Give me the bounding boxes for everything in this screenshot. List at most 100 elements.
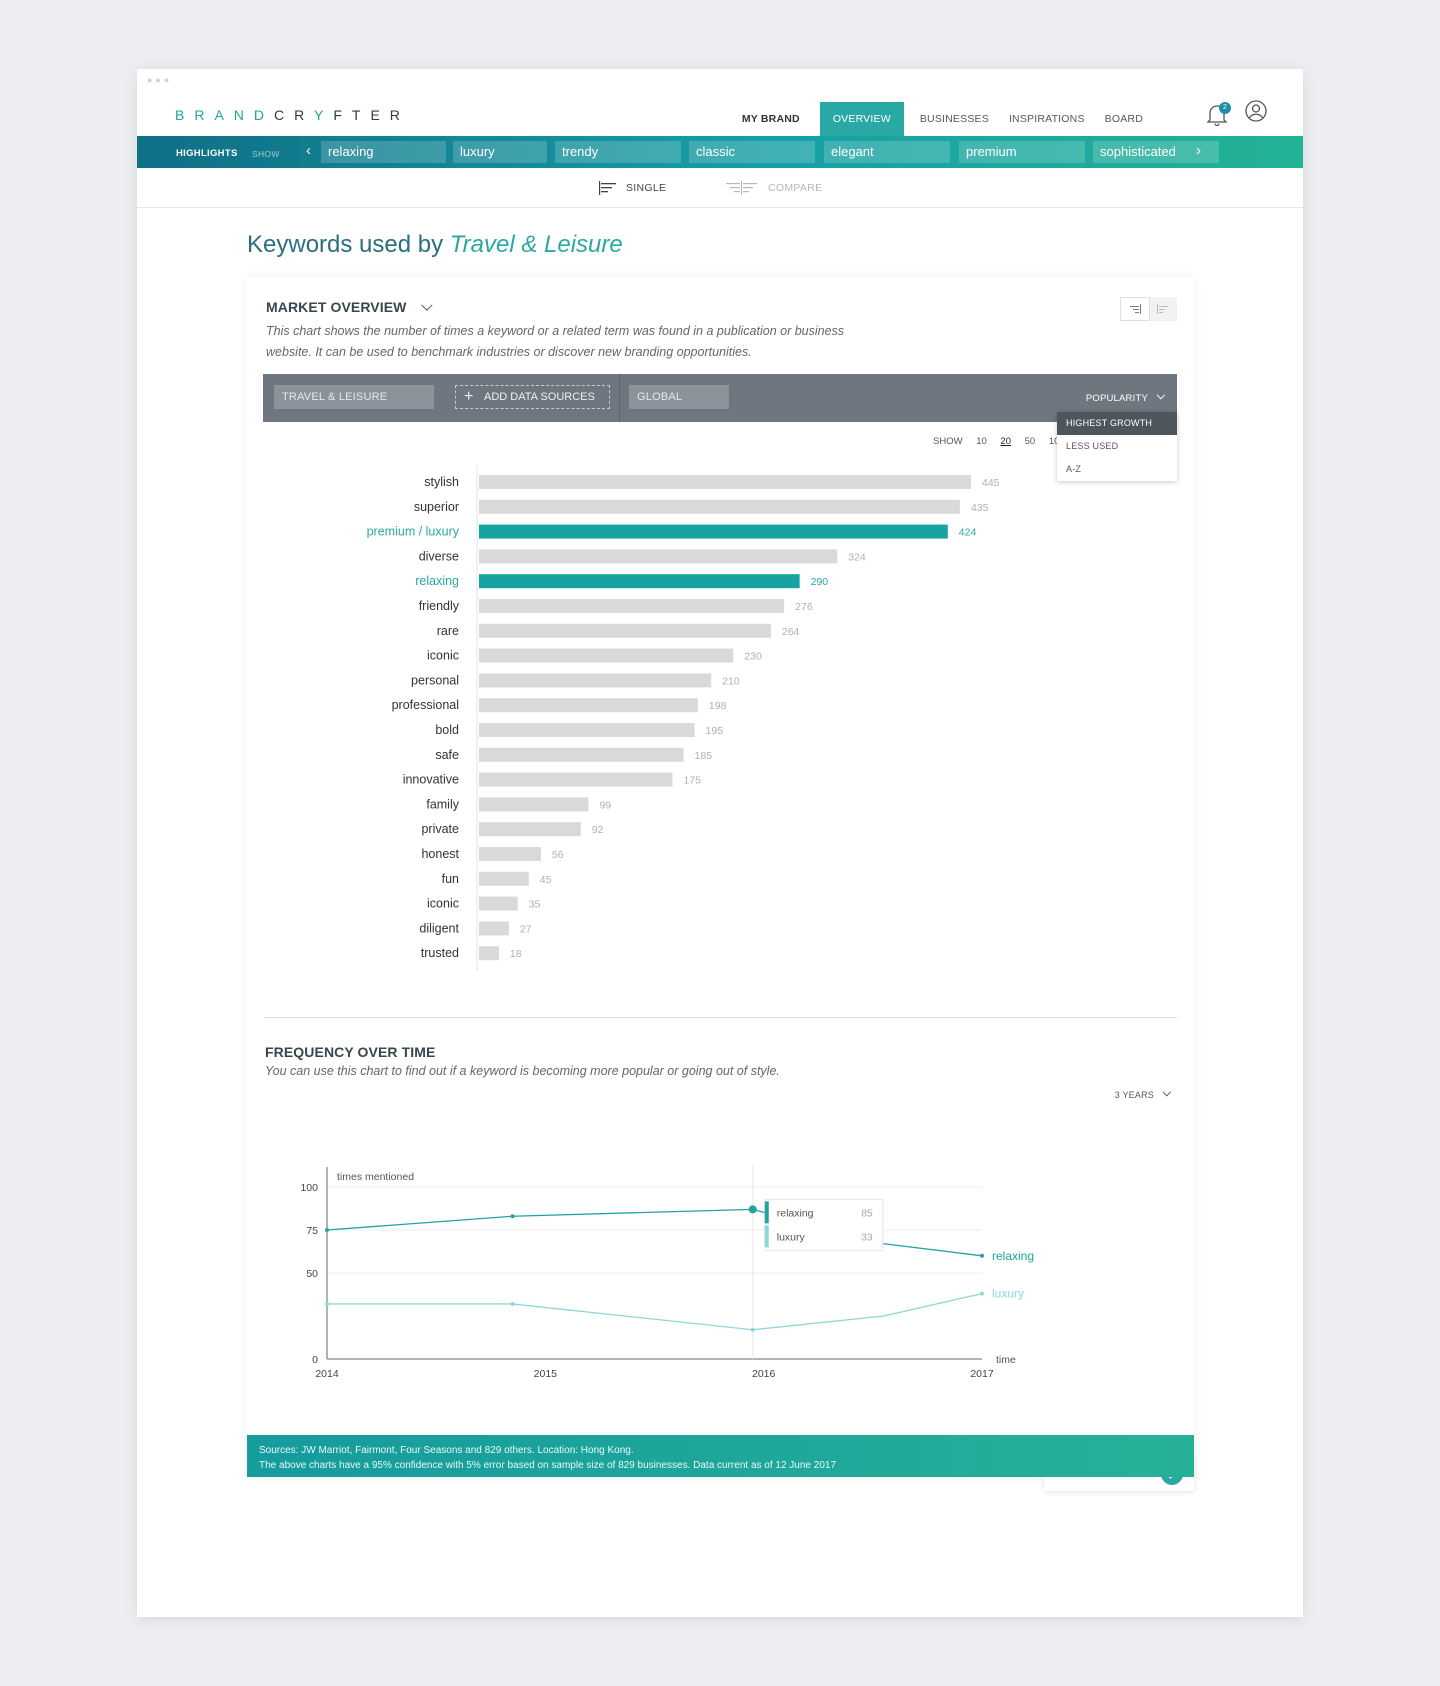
bar-category-label: iconic: [427, 649, 459, 663]
bar-superior[interactable]: [479, 499, 960, 514]
add-data-sources-button[interactable]: + ADD DATA SOURCES: [455, 385, 610, 409]
nav-inspirations[interactable]: INSPIRATIONS: [999, 102, 1095, 136]
bar-professional[interactable]: [479, 698, 698, 713]
show-20-option[interactable]: 20: [1000, 436, 1011, 447]
notifications-bell-icon[interactable]: 2: [1206, 102, 1231, 127]
market-overview-title[interactable]: MARKET OVERVIEW: [266, 299, 433, 315]
align-right-bars-button[interactable]: [1120, 297, 1150, 321]
bar-category-label: premium / luxury: [367, 525, 460, 539]
nav-businesses[interactable]: BUSINESSES: [910, 102, 999, 136]
series-point-luxury[interactable]: [325, 1301, 329, 1306]
bar-value-label: 230: [744, 651, 762, 663]
sort-option-highest-growth[interactable]: HIGHEST GROWTH: [1057, 412, 1177, 435]
notification-count-badge: 2: [1219, 102, 1231, 114]
bar-honest[interactable]: [479, 847, 541, 861]
bar-bold[interactable]: [479, 723, 695, 737]
time-range-select[interactable]: 3 YEARS: [1115, 1087, 1172, 1100]
bar-value-label: 424: [959, 527, 977, 539]
bar-friendly[interactable]: [479, 599, 785, 613]
highlights-label: HIGHLIGHTS: [176, 148, 238, 159]
align-left-icon: [1157, 304, 1169, 314]
highlights-bar: HIGHLIGHTS SHOW ‹ relaxing luxury trendy…: [137, 136, 1303, 168]
bar-value-label: 435: [971, 502, 989, 514]
bar-personal[interactable]: [479, 673, 712, 688]
highlight-chip-classic[interactable]: classic: [689, 141, 815, 163]
bar-value-label: 276: [795, 601, 813, 613]
keyword-bar-chart: stylish 445 superior 435 premium / luxury 424…: [367, 465, 1000, 971]
filter-separator: [619, 374, 620, 422]
sort-select[interactable]: POPULARITY: [1086, 390, 1166, 404]
bar-relaxing[interactable]: [479, 574, 800, 589]
highlight-chip-premium[interactable]: premium: [959, 141, 1085, 163]
bar-category-label: iconic: [427, 897, 459, 911]
series-point-luxury[interactable]: [980, 1291, 984, 1296]
bar-rare[interactable]: [479, 623, 771, 638]
bar-value-label: 324: [848, 551, 866, 563]
nav-overview[interactable]: OVERVIEW: [819, 102, 904, 136]
bar-innovative[interactable]: [479, 772, 673, 787]
bar-premium-luxury[interactable]: [479, 524, 948, 539]
highlights-next-arrow-icon[interactable]: ›: [1196, 143, 1201, 159]
brand-logo[interactable]: BRANDCRYFTER: [175, 107, 410, 123]
compare-view-icon: [726, 181, 757, 195]
series-point-relaxing[interactable]: [748, 1205, 757, 1214]
market-overview-description: This chart shows the number of times a k…: [266, 324, 845, 359]
bar-category-label: family: [426, 797, 459, 811]
bar-family[interactable]: [479, 797, 589, 812]
tooltip-swatch: [764, 1201, 769, 1224]
bar-fun[interactable]: [479, 871, 529, 886]
bar-value-label: 35: [529, 899, 541, 911]
tooltip-series-name: relaxing: [777, 1207, 814, 1219]
bar-safe[interactable]: [479, 747, 684, 762]
highlight-chip-elegant[interactable]: elegant: [824, 141, 950, 163]
region-filter[interactable]: GLOBAL: [629, 385, 729, 409]
show-50-option[interactable]: 50: [1025, 436, 1036, 447]
bar-category-label: diligent: [419, 921, 459, 935]
bar-iconic[interactable]: [479, 896, 518, 911]
bar-iconic[interactable]: [479, 648, 734, 663]
nav-my-brand[interactable]: MY BRAND: [732, 102, 820, 136]
bar-value-label: 18: [510, 948, 522, 960]
frequency-line-chart: 0 50 75 100 times mentioned time 2014 2015 2016 2…: [300, 1165, 1034, 1380]
series-line-luxury[interactable]: [327, 1293, 983, 1331]
plus-icon: +: [464, 388, 474, 405]
bar-private[interactable]: [479, 822, 581, 837]
show-10-option[interactable]: 10: [976, 436, 987, 447]
series-point-relaxing[interactable]: [510, 1214, 515, 1219]
align-right-icon: [1129, 304, 1141, 314]
align-left-bars-button[interactable]: [1149, 297, 1177, 321]
sort-option-a-z[interactable]: A-Z: [1057, 458, 1177, 481]
frequency-description: You can use this chart to find out if a …: [265, 1064, 780, 1078]
highlight-chip-relaxing[interactable]: relaxing: [321, 141, 446, 163]
filter-bar: TRAVEL & LEISURE + ADD DATA SOURCES GLOBA…: [263, 374, 1177, 422]
highlights-prev-arrow-icon[interactable]: ‹: [306, 143, 311, 159]
series-point-relaxing[interactable]: [325, 1228, 329, 1232]
y-tick-label: 0: [312, 1354, 318, 1366]
sort-dropdown-menu: HIGHEST GROWTH LESS USED A-Z: [1057, 412, 1177, 481]
highlight-chip-luxury[interactable]: luxury: [453, 141, 547, 163]
compare-view-button[interactable]: COMPARE: [725, 181, 822, 195]
bar-trusted[interactable]: [479, 946, 499, 961]
series-point-luxury[interactable]: [510, 1301, 515, 1306]
x-axis-title: time: [996, 1354, 1016, 1366]
user-avatar-icon[interactable]: [1245, 100, 1267, 122]
bar-diligent[interactable]: [479, 921, 509, 936]
single-view-button[interactable]: SINGLE: [599, 181, 666, 195]
bar-diverse[interactable]: [479, 549, 838, 564]
series-line-relaxing[interactable]: [326, 1208, 983, 1257]
bar-category-label: trusted: [421, 946, 459, 960]
bar-category-label: friendly: [419, 599, 460, 613]
bar-category-label: honest: [421, 847, 459, 861]
nav-board[interactable]: BOARD: [1095, 102, 1153, 136]
highlight-chip-trendy[interactable]: trendy: [555, 141, 681, 163]
industry-filter[interactable]: TRAVEL & LEISURE: [274, 385, 434, 409]
sort-option-less-used[interactable]: LESS USED: [1057, 435, 1177, 458]
bar-category-label: private: [421, 822, 459, 836]
bar-stylish[interactable]: [479, 475, 971, 489]
bar-value-label: 27: [520, 923, 532, 935]
series-end-label: relaxing: [992, 1249, 1034, 1263]
bar-value-label: 290: [811, 576, 829, 588]
tooltip-series-name: luxury: [777, 1231, 806, 1243]
series-point-relaxing[interactable]: [980, 1253, 984, 1258]
series-point-luxury[interactable]: [750, 1327, 755, 1332]
